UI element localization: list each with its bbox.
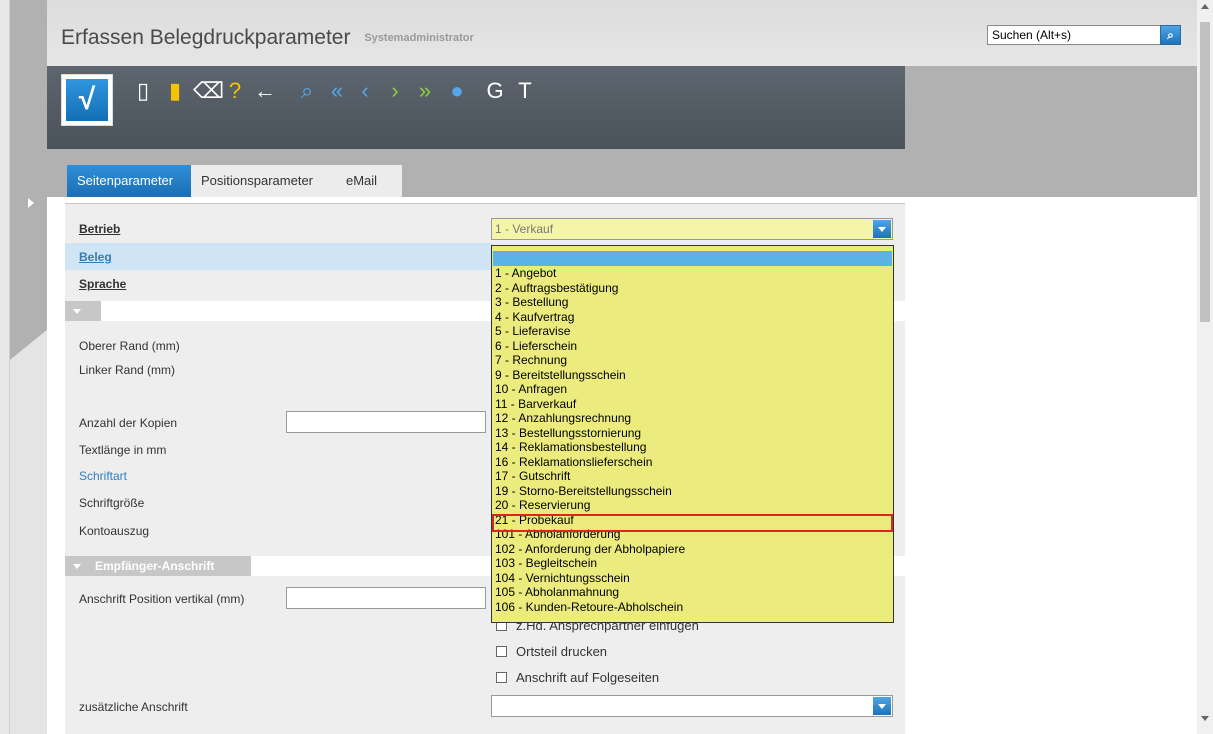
- dropdown-option[interactable]: 14 - Reklamationsbestellung: [495, 440, 646, 455]
- scroll-thumb[interactable]: [1200, 22, 1210, 322]
- checkbox-folgeseiten-box[interactable]: [496, 672, 507, 683]
- chevron-down-icon[interactable]: [873, 220, 891, 238]
- highlight-box: [492, 514, 893, 532]
- checkbox-folgeseiten[interactable]: Anschrift auf Folgeseiten: [496, 670, 659, 685]
- dropdown-option[interactable]: 20 - Reservierung: [495, 498, 590, 513]
- oberer-rand-label: Oberer Rand (mm): [79, 339, 180, 353]
- zusaetzliche-anschrift-label: zusätzliche Anschrift: [79, 700, 188, 714]
- dropdown-option[interactable]: 102 - Anforderung der Abholpapiere: [495, 542, 685, 557]
- checkbox-ortsteil-label: Ortsteil drucken: [516, 644, 608, 659]
- betrieb-select[interactable]: 1 - Verkauf: [491, 218, 893, 240]
- tab-email[interactable]: eMail: [336, 165, 402, 197]
- side-panel-toggle[interactable]: [10, 0, 47, 734]
- dropdown-option[interactable]: 105 - Abholanmahnung: [495, 585, 619, 600]
- section-toggle[interactable]: [65, 301, 101, 321]
- next-record-icon[interactable]: ›: [383, 76, 407, 106]
- vertical-scrollbar[interactable]: [1197, 0, 1213, 734]
- delete-trash-icon[interactable]: ⌫: [193, 76, 224, 106]
- dropdown-option[interactable]: 5 - Lieferavise: [495, 324, 570, 339]
- dropdown-option[interactable]: 2 - Auftragsbestätigung: [495, 281, 618, 296]
- left-edge-strip: [0, 0, 10, 734]
- scroll-up-icon[interactable]: [1201, 4, 1209, 9]
- dropdown-option[interactable]: 1 - Angebot: [495, 266, 556, 281]
- last-record-icon[interactable]: »: [413, 76, 437, 106]
- dropdown-option[interactable]: 9 - Bereitstellungsschein: [495, 368, 626, 383]
- schriftgroesse-label: Schriftgröße: [79, 496, 145, 510]
- dropdown-option[interactable]: 3 - Bestellung: [495, 295, 568, 310]
- section-empfaenger-toggle[interactable]: Empfänger-Anschrift: [65, 556, 251, 576]
- dropdown-option[interactable]: 12 - Anzahlungsrechnung: [495, 411, 631, 426]
- dropdown-option[interactable]: 10 - Anfragen: [495, 382, 567, 397]
- header: Erfassen Belegdruckparameter Systemadmin…: [47, 0, 1197, 197]
- search-zoom-icon[interactable]: ⌕: [295, 76, 319, 106]
- previous-record-icon[interactable]: ‹: [353, 76, 377, 106]
- tab-positionsparameter[interactable]: Positionsparameter: [191, 165, 336, 197]
- toolbar: √ ▯ ▮ ⌫? ← ⌕ «‹ ›» ● G T: [47, 66, 905, 149]
- schriftart-label[interactable]: Schriftart: [79, 469, 127, 483]
- linker-rand-label: Linker Rand (mm): [79, 363, 176, 377]
- collapse-chevron-icon: [73, 564, 81, 570]
- save-button[interactable]: √: [61, 74, 113, 126]
- dropdown-option[interactable]: 13 - Bestellungsstornierung: [495, 426, 641, 441]
- anschrift-position-label: Anschrift Position vertikal (mm): [79, 592, 245, 606]
- search-icon[interactable]: ⌕: [1160, 25, 1181, 45]
- kontoauszug-label: Kontoauszug: [79, 524, 150, 538]
- dropdown-option[interactable]: 103 - Begleitschein: [495, 556, 597, 571]
- betrieb-select-value: 1 - Verkauf: [495, 222, 554, 236]
- dropdown-option[interactable]: 11 - Barverkauf: [495, 397, 576, 412]
- checkbox-folgeseiten-label: Anschrift auf Folgeseiten: [516, 670, 660, 685]
- beleg-label: Beleg: [79, 250, 112, 264]
- title-bar: Erfassen Belegdruckparameter Systemadmin…: [47, 0, 1197, 66]
- dropdown-option[interactable]: 7 - Rechnung: [495, 353, 567, 368]
- expand-arrow-icon[interactable]: [28, 198, 34, 208]
- tab-seitenparameter[interactable]: Seitenparameter: [67, 165, 191, 197]
- page-title-text: Erfassen Belegdruckparameter: [61, 26, 351, 49]
- checkbox-ortsteil[interactable]: Ortsteil drucken: [496, 644, 607, 659]
- first-record-icon[interactable]: «: [325, 76, 349, 106]
- new-document-icon[interactable]: ▯: [131, 76, 155, 106]
- checkmark-icon: √: [66, 79, 108, 121]
- dropdown-empty-option[interactable]: [493, 251, 892, 266]
- zusaetzliche-anschrift-select[interactable]: [491, 695, 893, 717]
- right-empty-area: [917, 197, 1197, 734]
- info-bubble-icon[interactable]: ●: [445, 76, 469, 106]
- search-input[interactable]: Suchen (Alt+s): [987, 25, 1181, 45]
- g-letter[interactable]: G: [483, 76, 507, 106]
- beleg-dropdown-list[interactable]: 1 - Angebot 2 - Auftragsbestätigung 3 - Be…: [491, 245, 894, 623]
- side-panel-shape: [10, 0, 47, 734]
- open-folder-icon[interactable]: ▮: [163, 76, 187, 106]
- back-arrow-icon[interactable]: ←: [253, 76, 277, 106]
- dropdown-option[interactable]: 6 - Lieferschein: [495, 339, 577, 354]
- section-empfaenger-title: Empfänger-Anschrift: [95, 559, 215, 573]
- chevron-down-icon[interactable]: [873, 697, 891, 715]
- textlaenge-label: Textlänge in mm: [79, 443, 167, 457]
- dropdown-option[interactable]: 19 - Storno-Bereitstellungsschein: [495, 484, 672, 499]
- dropdown-option[interactable]: 17 - Gutschrift: [495, 469, 570, 484]
- sprache-label: Sprache: [79, 277, 127, 291]
- checkbox-ortsteil-box[interactable]: [496, 646, 507, 657]
- betrieb-label: Betrieb: [79, 222, 121, 236]
- scroll-down-icon[interactable]: [1201, 716, 1209, 721]
- dropdown-option[interactable]: 4 - Kaufvertrag: [495, 310, 574, 325]
- beleg-row[interactable]: [65, 243, 493, 270]
- user-name: Systemadministrator: [364, 32, 474, 45]
- collapse-chevron-icon: [73, 309, 81, 315]
- dropdown-option[interactable]: 16 - Reklamationslieferschein: [495, 455, 652, 470]
- dropdown-option[interactable]: 106 - Kunden-Retoure-Abholschein: [495, 600, 683, 615]
- page-title: Erfassen Belegdruckparameter Systemadmin…: [61, 26, 474, 50]
- anschrift-position-input[interactable]: [286, 587, 486, 609]
- anzahl-kopien-label: Anzahl der Kopien: [79, 416, 178, 430]
- dropdown-option[interactable]: 104 - Vernichtungsschein: [495, 571, 630, 586]
- t-letter[interactable]: T: [513, 76, 537, 106]
- anzahl-kopien-input[interactable]: [286, 411, 486, 433]
- help-icon[interactable]: ?: [223, 76, 247, 106]
